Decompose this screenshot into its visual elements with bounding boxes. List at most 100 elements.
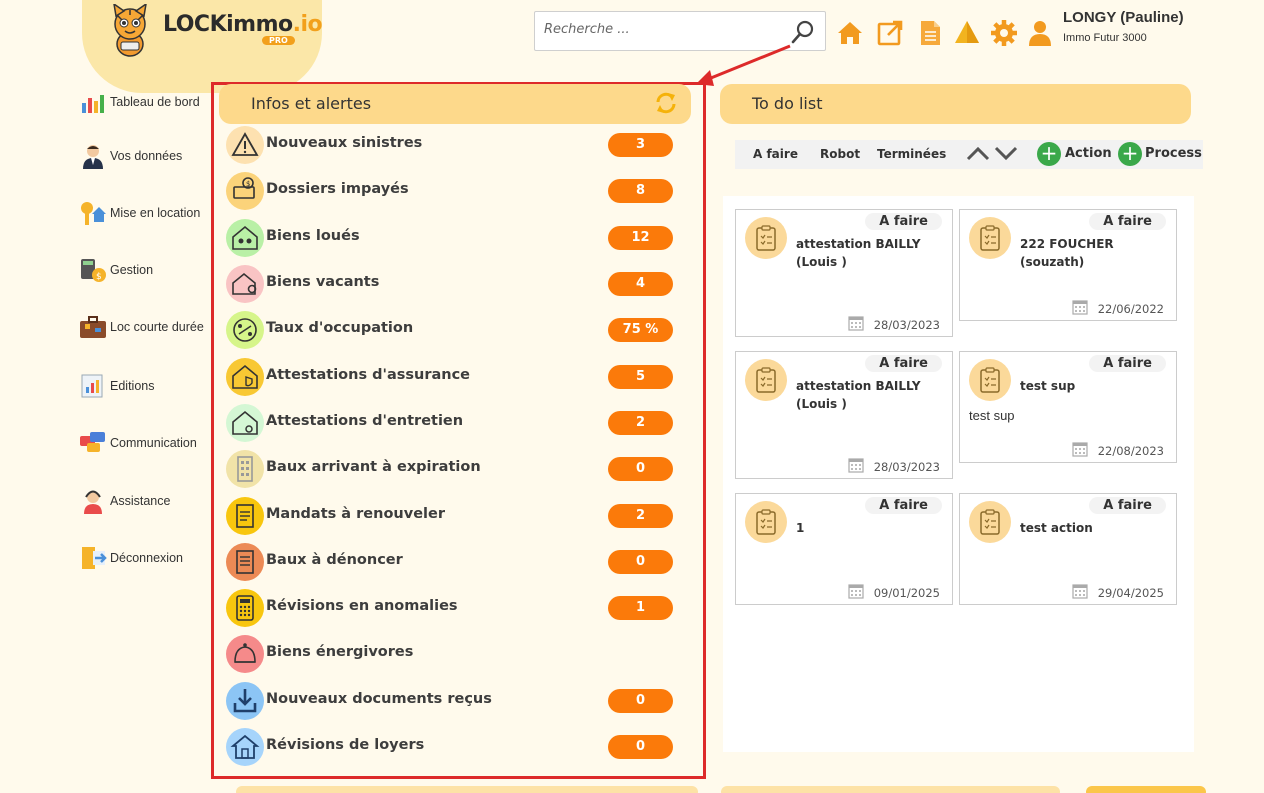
info-row[interactable]: Nouveaux documents reçus 0	[226, 682, 681, 720]
todo-card[interactable]: A faire test action 29/04/2025	[959, 493, 1177, 605]
info-row[interactable]: Nouveaux sinistres 3	[226, 126, 681, 164]
cat-mascot-icon	[113, 4, 147, 57]
clipboard-icon	[745, 217, 787, 259]
sidebar-item-label: Editions	[110, 379, 155, 393]
tab-a-faire[interactable]: A faire	[753, 147, 798, 161]
search-input[interactable]	[544, 22, 784, 37]
info-label[interactable]: Dossiers impayés	[266, 181, 409, 197]
info-row[interactable]: Révisions de loyers 0	[226, 728, 681, 766]
sidebar-item-label: Vos données	[110, 149, 183, 163]
sidebar-item-assistance[interactable]: Assistance	[79, 488, 170, 514]
house-people-icon	[226, 219, 264, 257]
info-label[interactable]: Nouveaux sinistres	[266, 135, 422, 151]
count-badge[interactable]: 3	[608, 133, 673, 157]
status-badge: A faire	[1089, 497, 1166, 514]
info-row[interactable]: Baux à dénoncer 0	[226, 543, 681, 581]
todo-card-title[interactable]: attestation BAILLY (Louis )	[796, 377, 950, 413]
todo-card-title[interactable]: 1	[796, 519, 950, 537]
info-row[interactable]: Taux d'occupation 75 %	[226, 311, 681, 349]
count-badge[interactable]: 5	[608, 365, 673, 389]
count-badge[interactable]: 8	[608, 179, 673, 203]
tab-robot[interactable]: Robot	[820, 147, 860, 161]
count-badge[interactable]: 12	[608, 226, 673, 250]
sidebar-item-editions[interactable]: Editions	[79, 373, 154, 399]
todo-card[interactable]: A faire attestation BAILLY (Louis ) 28/03/…	[735, 209, 953, 337]
count-badge[interactable]: 0	[608, 550, 673, 574]
count-badge[interactable]: 75 %	[608, 318, 673, 342]
calculator-icon	[226, 589, 264, 627]
info-label[interactable]: Révisions en anomalies	[266, 598, 458, 614]
user-icon[interactable]	[1026, 19, 1054, 47]
count-badge[interactable]: 4	[608, 272, 673, 296]
count-badge[interactable]: 0	[608, 689, 673, 713]
calculator-icon: $	[81, 259, 106, 282]
sidebar-item-mise-en-location[interactable]: Mise en location	[79, 200, 200, 226]
info-label[interactable]: Taux d'occupation	[266, 320, 413, 336]
calendar-icon	[848, 584, 864, 599]
sidebar-item-gestion[interactable]: $ Gestion	[79, 257, 153, 283]
user-name[interactable]: LONGY (Pauline)	[1063, 9, 1184, 26]
todo-card[interactable]: A faire 222 FOUCHER (souzath) 22/06/2022	[959, 209, 1177, 321]
info-row[interactable]: Baux arrivant à expiration 0	[226, 450, 681, 488]
info-row[interactable]: Révisions en anomalies 1	[226, 589, 681, 627]
add-action-label[interactable]: Action	[1065, 146, 1112, 161]
todo-card[interactable]: A faire 1 09/01/2025	[735, 493, 953, 605]
info-label[interactable]: Baux à dénoncer	[266, 552, 403, 568]
count-badge[interactable]: 2	[608, 504, 673, 528]
count-badge[interactable]: 0	[608, 457, 673, 481]
refresh-icon[interactable]	[654, 91, 678, 115]
todo-card-title[interactable]: test sup	[1020, 377, 1174, 395]
add-action-button[interactable]: +	[1037, 142, 1061, 166]
info-label[interactable]: Biens loués	[266, 228, 360, 244]
sidebar-item-loc-courte-duree[interactable]: Loc courte durée	[79, 314, 204, 340]
todo-card[interactable]: A faire attestation BAILLY (Louis ) 28/03/…	[735, 351, 953, 479]
chevron-up-icon[interactable]	[965, 143, 991, 163]
info-label[interactable]: Baux arrivant à expiration	[266, 459, 481, 475]
info-row[interactable]: Biens loués 12	[226, 219, 681, 257]
sidebar-item-label: Gestion	[110, 263, 154, 277]
info-label[interactable]: Attestations d'assurance	[266, 367, 470, 383]
info-label[interactable]: Biens énergivores	[266, 644, 413, 660]
add-process-label[interactable]: Process	[1145, 146, 1202, 161]
info-label[interactable]: Mandats à renouveler	[266, 506, 445, 522]
info-row[interactable]: $ Dossiers impayés 8	[226, 172, 681, 210]
todo-card-date: 22/08/2023	[1097, 444, 1164, 458]
alert-triangle-icon[interactable]	[953, 19, 981, 47]
count-badge[interactable]: 2	[608, 411, 673, 435]
todo-card[interactable]: A faire test sup test sup 22/08/2023	[959, 351, 1177, 463]
info-row[interactable]: Attestations d'entretien 2	[226, 404, 681, 442]
lease-icon	[226, 543, 264, 581]
clipboard-icon	[745, 501, 787, 543]
info-row[interactable]: Biens vacants 4	[226, 265, 681, 303]
sidebar-item-tableau-de-bord[interactable]: Tableau de bord	[79, 89, 200, 115]
svg-text:$: $	[246, 180, 250, 188]
gear-icon[interactable]	[990, 19, 1018, 47]
home-icon[interactable]	[836, 19, 864, 47]
document-icon[interactable]	[916, 19, 944, 47]
sidebar-item-vos-donnees[interactable]: Vos données	[79, 143, 182, 169]
sidebar-item-deconnexion[interactable]: Déconnexion	[79, 545, 183, 571]
next-panel-header	[721, 786, 1060, 793]
info-row[interactable]: Attestations d'assurance 5	[226, 358, 681, 396]
info-label[interactable]: Nouveaux documents reçus	[266, 691, 492, 707]
chevron-down-icon[interactable]	[993, 143, 1019, 163]
external-link-icon[interactable]	[876, 19, 904, 47]
tab-terminees[interactable]: Terminées	[877, 147, 946, 161]
info-label[interactable]: Révisions de loyers	[266, 737, 424, 753]
todo-card-title[interactable]: 222 FOUCHER (souzath)	[1020, 235, 1174, 271]
count-badge[interactable]: 0	[608, 735, 673, 759]
info-label[interactable]: Attestations d'entretien	[266, 413, 463, 429]
exit-door-icon	[82, 547, 107, 569]
info-label[interactable]: Biens vacants	[266, 274, 379, 290]
count-badge[interactable]: 1	[608, 596, 673, 620]
chat-bubbles-icon	[80, 432, 105, 452]
status-badge: A faire	[1089, 213, 1166, 230]
sidebar-item-communication[interactable]: Communication	[79, 430, 197, 456]
info-row[interactable]: Biens énergivores	[226, 635, 681, 673]
todo-card-title[interactable]: test action	[1020, 519, 1174, 537]
todo-card-description: test sup	[969, 408, 1015, 423]
logo-text[interactable]: LOCKimmo.io	[163, 12, 323, 37]
todo-card-title[interactable]: attestation BAILLY (Louis )	[796, 235, 950, 271]
add-process-button[interactable]: +	[1118, 142, 1142, 166]
info-row[interactable]: Mandats à renouveler 2	[226, 497, 681, 535]
